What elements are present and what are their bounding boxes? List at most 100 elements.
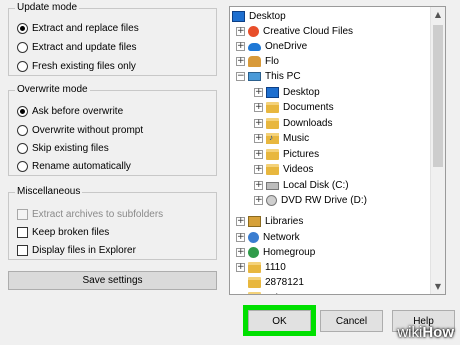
folder-icon [248,277,261,288]
radio-fresh-existing[interactable]: Fresh existing files only [17,59,136,73]
expand-icon[interactable]: + [254,88,263,97]
expand-icon[interactable]: + [236,57,245,66]
tree-node-documents[interactable]: + Documents [254,100,334,115]
folder-icon [266,149,279,160]
tree-node-label: Documents [283,102,334,113]
radio-label: Overwrite without prompt [32,124,144,136]
tree-node-label: Network [263,232,300,243]
tree-node-acte[interactable]: acte [236,290,284,294]
local-disk-icon [266,181,279,190]
radio-rename-automatically[interactable]: Rename automatically [17,159,131,173]
creative-cloud-icon [248,26,259,37]
radio-label: Skip existing files [32,142,109,154]
folder-icon [266,164,279,175]
checkbox-display-in-explorer[interactable]: Display files in Explorer [17,243,136,257]
tree-node-network[interactable]: + Network [236,230,300,245]
update-mode-group: Update mode Extract and replace files Ex… [8,2,217,76]
folder-icon [266,118,279,129]
folder-tree[interactable]: Desktop + Creative Cloud Files + OneDriv… [229,6,446,295]
update-mode-title: Update mode [15,2,80,14]
tree-node-label: Music [283,133,310,144]
scroll-up-icon[interactable]: ▲ [431,7,445,22]
folder-icon [248,292,261,294]
radio-icon [17,41,28,53]
tree-node-label: Pictures [283,149,320,160]
libraries-icon [248,216,261,227]
tree-node-creative-cloud[interactable]: + Creative Cloud Files [236,24,353,39]
scroll-down-icon[interactable]: ▼ [431,279,445,294]
tree-node-downloads[interactable]: + Downloads [254,116,332,131]
homegroup-icon [248,247,259,258]
radio-extract-replace[interactable]: Extract and replace files [17,21,139,35]
expand-icon[interactable]: + [254,181,263,190]
radio-icon [17,124,28,136]
radio-overwrite-without-prompt[interactable]: Overwrite without prompt [17,123,143,137]
expand-icon[interactable]: + [254,196,263,205]
expand-icon[interactable]: + [236,248,245,257]
user-folder-icon [248,56,261,67]
expand-icon[interactable]: + [236,217,245,226]
tree-node-music[interactable]: + Music [254,131,309,146]
desktop-icon [232,11,245,22]
radio-skip-existing[interactable]: Skip existing files [17,141,109,155]
scrollbar-thumb[interactable] [433,25,443,167]
tree-node-label: 2878121 [265,277,304,288]
radio-extract-update[interactable]: Extract and update files [17,40,137,54]
expand-icon[interactable]: + [236,42,245,51]
radio-icon [17,142,28,154]
tree-node-desktop[interactable]: Desktop [232,9,286,24]
checkbox-icon [17,244,28,256]
tree-node-this-pc[interactable]: − This PC [236,69,301,84]
tree-node-homegroup[interactable]: + Homegroup [236,245,315,260]
miscellaneous-title: Miscellaneous [15,186,83,198]
tree-node-label: This PC [265,71,301,82]
tree-node-label: Desktop [283,87,320,98]
expand-icon[interactable]: + [236,27,245,36]
miscellaneous-group: Miscellaneous Extract archives to subfol… [8,186,217,260]
expand-icon[interactable]: + [254,165,263,174]
tree-node-pc-desktop[interactable]: + Desktop [254,85,320,100]
save-settings-button[interactable]: Save settings [8,271,217,290]
tree-node-libraries[interactable]: + Libraries [236,214,303,229]
tree-node-flo[interactable]: + Flo [236,54,279,69]
tree-node-1110[interactable]: + 1110 [236,260,286,275]
tree-node-onedrive[interactable]: + OneDrive [236,39,307,54]
tree-node-label: acte [265,292,284,294]
radio-label: Fresh existing files only [32,60,136,72]
onedrive-icon [248,42,261,51]
tree-scrollbar[interactable]: ▲ ▼ [430,7,445,294]
radio-icon [17,160,28,172]
wikihow-watermark: wikiHow [397,324,454,341]
radio-ask-before-overwrite[interactable]: Ask before overwrite [17,104,123,118]
checkbox-label: Display files in Explorer [32,244,136,256]
expand-icon[interactable]: + [254,150,263,159]
checkbox-icon [17,226,28,238]
expand-icon[interactable]: + [254,103,263,112]
collapse-icon[interactable]: − [236,72,245,81]
expand-icon[interactable]: + [236,263,245,272]
expand-icon[interactable]: + [236,233,245,242]
folder-icon [266,102,279,113]
tree-node-dvd-drive[interactable]: + DVD RW Drive (D:) [254,193,367,208]
tree-node-pictures[interactable]: + Pictures [254,147,319,162]
tree-node-local-disk[interactable]: + Local Disk (C:) [254,178,349,193]
tree-node-videos[interactable]: + Videos [254,162,313,177]
network-icon [248,232,259,243]
ok-button[interactable]: OK [248,310,311,332]
expand-icon[interactable]: + [254,119,263,128]
radio-label: Extract and update files [32,41,137,53]
watermark-prefix: wiki [397,324,423,341]
expand-icon[interactable]: + [254,134,263,143]
cancel-button[interactable]: Cancel [320,310,383,332]
radio-label: Ask before overwrite [32,105,124,117]
radio-label: Extract and replace files [32,22,139,34]
radio-selected-icon [17,105,28,117]
tree-node-label: OneDrive [265,41,308,52]
dvd-drive-icon [266,195,277,206]
checkbox-extract-to-subfolders: Extract archives to subfolders [17,207,163,221]
radio-selected-icon [17,22,28,34]
checkbox-keep-broken-files[interactable]: Keep broken files [17,225,109,239]
tree-node-2878121[interactable]: 2878121 [236,275,304,290]
overwrite-mode-title: Overwrite mode [15,84,90,96]
radio-label: Rename automatically [32,160,131,172]
